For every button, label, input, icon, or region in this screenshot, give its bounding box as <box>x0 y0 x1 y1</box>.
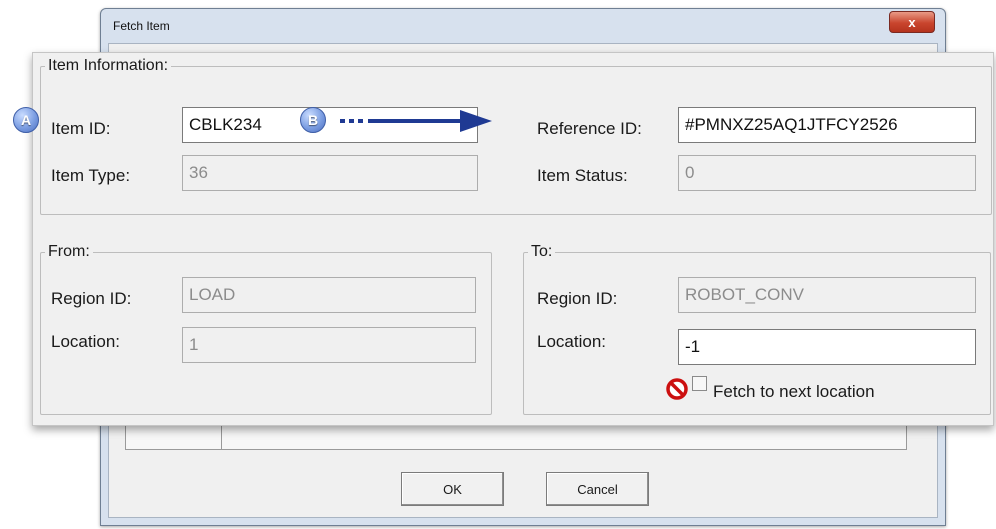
cancel-button[interactable]: Cancel <box>546 472 649 506</box>
from-location-field: 1 <box>182 327 476 363</box>
item-information-legend: Item Information: <box>48 57 169 74</box>
callout-arrow-icon <box>340 110 492 132</box>
fetch-next-location-checkbox[interactable] <box>692 376 707 391</box>
to-region-id-field: ROBOT_CONV <box>678 277 976 313</box>
item-type-value: 36 <box>189 163 208 182</box>
from-region-id-label: Region ID: <box>51 289 132 308</box>
item-status-label: Item Status: <box>537 166 628 185</box>
item-id-value: CBLK234 <box>189 115 262 134</box>
close-button[interactable]: x <box>889 11 935 33</box>
to-location-value: -1 <box>685 337 701 356</box>
reference-id-label: Reference ID: <box>537 119 642 138</box>
item-id-label: Item ID: <box>51 119 111 138</box>
to-location-field[interactable]: -1 <box>678 329 976 365</box>
reference-id-field[interactable]: #PMNXZ25AQ1JTFCY2526 <box>678 107 976 143</box>
to-legend: To: <box>531 243 553 260</box>
callout-b-badge: B <box>300 107 326 133</box>
items-list[interactable] <box>125 424 907 450</box>
to-region-id-value: ROBOT_CONV <box>685 285 805 304</box>
item-type-label: Item Type: <box>51 166 131 185</box>
dialog-title: Fetch Item <box>113 19 170 33</box>
from-legend: From: <box>48 243 90 260</box>
reference-id-value: #PMNXZ25AQ1JTFCY2526 <box>685 115 898 134</box>
to-location-label: Location: <box>537 332 606 351</box>
zoomed-form-panel: Item Information: Item ID: CBLK234 Item … <box>32 52 994 426</box>
item-status-field: 0 <box>678 155 976 191</box>
item-status-value: 0 <box>685 163 695 182</box>
from-location-value: 1 <box>189 335 199 354</box>
prohibited-icon <box>666 378 688 400</box>
from-location-label: Location: <box>51 332 120 351</box>
list-column-divider <box>221 425 222 449</box>
item-type-field: 36 <box>182 155 478 191</box>
fetch-next-location-label: Fetch to next location <box>713 382 875 401</box>
callout-a-badge: A <box>13 107 39 133</box>
close-icon: x <box>908 14 916 30</box>
ok-button[interactable]: OK <box>401 472 504 506</box>
from-region-id-field: LOAD <box>182 277 476 313</box>
from-region-id-value: LOAD <box>189 285 236 304</box>
to-region-id-label: Region ID: <box>537 289 618 308</box>
